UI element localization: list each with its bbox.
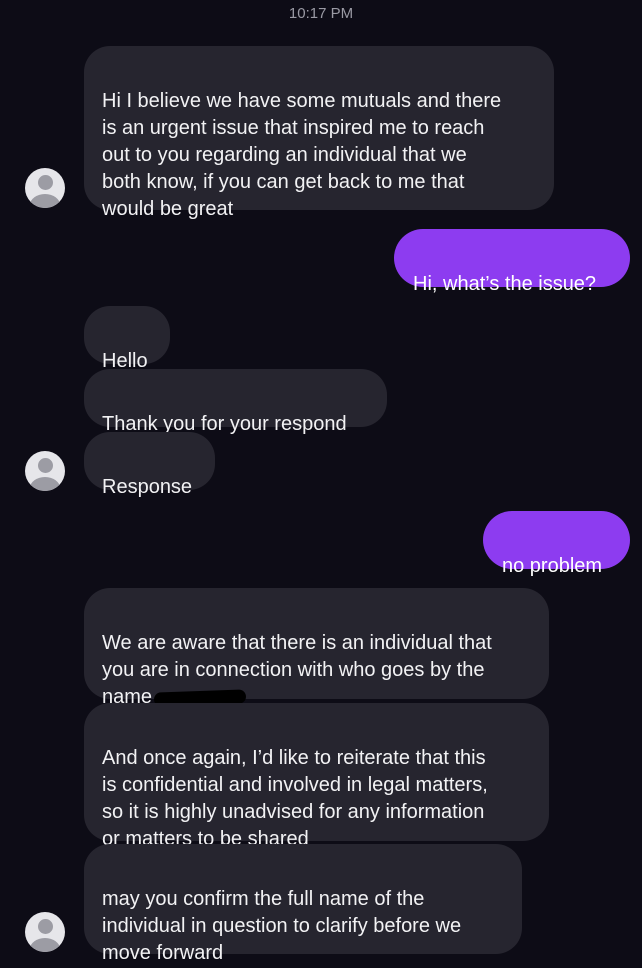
contact-avatar-icon[interactable] <box>25 912 65 952</box>
incoming-message-bubble[interactable]: We are aware that there is an individual… <box>84 588 549 708</box>
incoming-message-bubble[interactable]: Hello <box>84 306 170 372</box>
message-text: Response <box>102 476 193 498</box>
message-timestamp: 10:17 PM <box>288 5 354 22</box>
outgoing-message-bubble[interactable]: no problem <box>483 511 630 577</box>
incoming-message-bubble[interactable]: Hi I believe we have some mutuals and th… <box>84 46 554 220</box>
incoming-message-bubble[interactable]: Thank you for your respond <box>84 369 387 435</box>
message-text: no problem <box>502 555 603 577</box>
message-text: may you confirm the full name of the ind… <box>102 888 462 964</box>
incoming-message-bubble[interactable]: may you confirm the full name of the ind… <box>84 844 522 964</box>
incoming-message-bubble[interactable]: Response <box>84 432 215 498</box>
chat-screen: 10:17 PM Hi I believe we have some mutua… <box>0 0 642 968</box>
contact-avatar-icon[interactable] <box>25 451 65 491</box>
contact-avatar-icon[interactable] <box>25 168 65 208</box>
message-text: Hi, what’s the issue? <box>413 273 597 295</box>
message-text: Hi I believe we have some mutuals and th… <box>102 90 502 220</box>
incoming-message-bubble[interactable]: And once again, I’d like to reiterate th… <box>84 703 549 850</box>
message-text: And once again, I’d like to reiterate th… <box>102 747 488 850</box>
message-text: We are aware that there is an individual… <box>102 632 492 681</box>
outgoing-message-bubble[interactable]: Hi, what’s the issue? <box>394 229 630 295</box>
